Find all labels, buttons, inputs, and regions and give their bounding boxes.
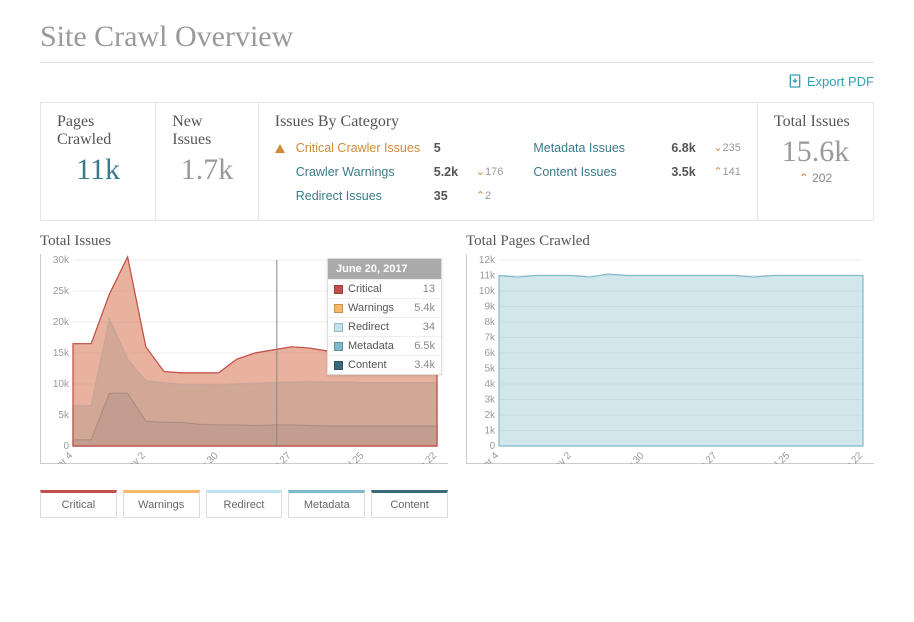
svg-text:10k: 10k bbox=[479, 286, 496, 297]
category-row[interactable]: Content Issues 3.5k ⌃141 bbox=[533, 161, 741, 185]
stat-value: 15.6k bbox=[774, 135, 857, 169]
chart-canvas: 01k2k3k4k5k6k7k8k9k10k11k12kApr 4May 2Ma… bbox=[467, 254, 867, 464]
svg-text:9k: 9k bbox=[484, 302, 496, 313]
export-pdf-icon bbox=[787, 73, 803, 89]
category-value: 3.5k bbox=[671, 161, 705, 185]
stat-new-issues: New Issues 1.7k bbox=[156, 103, 259, 220]
stat-issues-by-category: Issues By Category Critical Crawler Issu… bbox=[259, 103, 758, 220]
tooltip-row: Warnings5.4k bbox=[328, 298, 441, 317]
filter-redirect[interactable]: Redirect bbox=[206, 490, 283, 518]
svg-text:5k: 5k bbox=[58, 410, 70, 421]
svg-text:4k: 4k bbox=[484, 379, 496, 390]
stat-label: Issues By Category bbox=[275, 113, 741, 131]
category-value: 5 bbox=[434, 137, 468, 161]
category-row[interactable]: Crawler Warnings 5.2k ⌄176 bbox=[275, 161, 504, 185]
svg-text:1k: 1k bbox=[484, 426, 496, 437]
page-title: Site Crawl Overview bbox=[40, 20, 874, 63]
tooltip-row: Critical13 bbox=[328, 279, 441, 298]
svg-text:12k: 12k bbox=[479, 255, 496, 266]
tooltip-row: Redirect34 bbox=[328, 317, 441, 336]
svg-text:Jul 25: Jul 25 bbox=[766, 450, 793, 464]
svg-text:May 2: May 2 bbox=[121, 450, 148, 464]
filter-metadata[interactable]: Metadata bbox=[288, 490, 365, 518]
svg-text:5k: 5k bbox=[484, 364, 496, 375]
stats-bar: Pages Crawled 11k New Issues 1.7k Issues… bbox=[40, 102, 874, 221]
category-name: Redirect Issues bbox=[296, 185, 426, 209]
svg-text:Apr 4: Apr 4 bbox=[50, 450, 75, 464]
svg-text:7k: 7k bbox=[484, 333, 496, 344]
svg-text:20k: 20k bbox=[53, 317, 70, 328]
export-pdf-button[interactable]: Export PDF bbox=[787, 73, 874, 89]
svg-text:Jun 27: Jun 27 bbox=[691, 450, 720, 464]
svg-text:May 2: May 2 bbox=[547, 450, 574, 464]
stat-label: Pages Crawled bbox=[57, 113, 139, 149]
category-row[interactable]: Redirect Issues 35 ⌃2 bbox=[275, 185, 504, 209]
category-delta: ⌃141 bbox=[713, 162, 741, 183]
category-name: Crawler Warnings bbox=[296, 161, 426, 185]
category-row[interactable]: Critical Crawler Issues 5 bbox=[275, 137, 504, 161]
svg-text:8k: 8k bbox=[484, 317, 496, 328]
warning-icon bbox=[275, 144, 285, 153]
export-pdf-label: Export PDF bbox=[807, 74, 874, 89]
tooltip-row: Content3.4k bbox=[328, 355, 441, 374]
stat-pages-crawled: Pages Crawled 11k bbox=[41, 103, 156, 220]
chart-tooltip: June 20, 2017 Critical13Warnings5.4kRedi… bbox=[327, 258, 442, 375]
category-value: 6.8k bbox=[671, 137, 705, 161]
category-row[interactable]: Metadata Issues 6.8k ⌄235 bbox=[533, 137, 741, 161]
chart-total-issues: Total Issues 05k10k15k20k25k30kApr 4May … bbox=[40, 233, 448, 518]
chart-filter-row: CriticalWarningsRedirectMetadataContent bbox=[40, 490, 448, 518]
chart-title: Total Issues bbox=[40, 233, 448, 250]
stat-total-issues: Total Issues 15.6k ⌃ 202 bbox=[758, 103, 873, 220]
svg-text:25k: 25k bbox=[53, 286, 70, 297]
svg-text:Jun 27: Jun 27 bbox=[265, 450, 294, 464]
svg-text:Apr 4: Apr 4 bbox=[476, 450, 501, 464]
stat-value: 1.7k bbox=[172, 153, 242, 187]
svg-text:6k: 6k bbox=[484, 348, 496, 359]
category-value: 5.2k bbox=[434, 161, 468, 185]
stat-value: 11k bbox=[57, 153, 139, 187]
category-delta: ⌄176 bbox=[476, 162, 504, 183]
filter-content[interactable]: Content bbox=[371, 490, 448, 518]
category-name: Metadata Issues bbox=[533, 137, 663, 161]
tooltip-date: June 20, 2017 bbox=[328, 259, 441, 279]
svg-text:May 30: May 30 bbox=[190, 450, 221, 464]
svg-text:30k: 30k bbox=[53, 255, 70, 266]
filter-critical[interactable]: Critical bbox=[40, 490, 117, 518]
category-delta: ⌃2 bbox=[476, 186, 491, 207]
svg-text:15k: 15k bbox=[53, 348, 70, 359]
svg-text:May 30: May 30 bbox=[616, 450, 647, 464]
category-value: 35 bbox=[434, 185, 468, 209]
svg-text:Aug 22: Aug 22 bbox=[835, 450, 865, 464]
svg-text:11k: 11k bbox=[480, 271, 496, 282]
stat-delta: ⌃ 202 bbox=[774, 171, 857, 185]
chart-title: Total Pages Crawled bbox=[466, 233, 874, 250]
svg-text:3k: 3k bbox=[484, 395, 496, 406]
chart-total-pages-crawled: Total Pages Crawled 01k2k3k4k5k6k7k8k9k1… bbox=[466, 233, 874, 518]
category-name: Content Issues bbox=[533, 161, 663, 185]
tooltip-row: Metadata6.5k bbox=[328, 336, 441, 355]
category-delta: ⌄235 bbox=[713, 138, 741, 159]
svg-text:Jul 25: Jul 25 bbox=[340, 450, 367, 464]
svg-text:Aug 22: Aug 22 bbox=[409, 450, 439, 464]
stat-label: New Issues bbox=[172, 113, 242, 149]
category-name: Critical Crawler Issues bbox=[296, 137, 426, 161]
filter-warnings[interactable]: Warnings bbox=[123, 490, 200, 518]
stat-label: Total Issues bbox=[774, 113, 857, 131]
svg-text:2k: 2k bbox=[484, 410, 496, 421]
svg-text:10k: 10k bbox=[53, 379, 70, 390]
